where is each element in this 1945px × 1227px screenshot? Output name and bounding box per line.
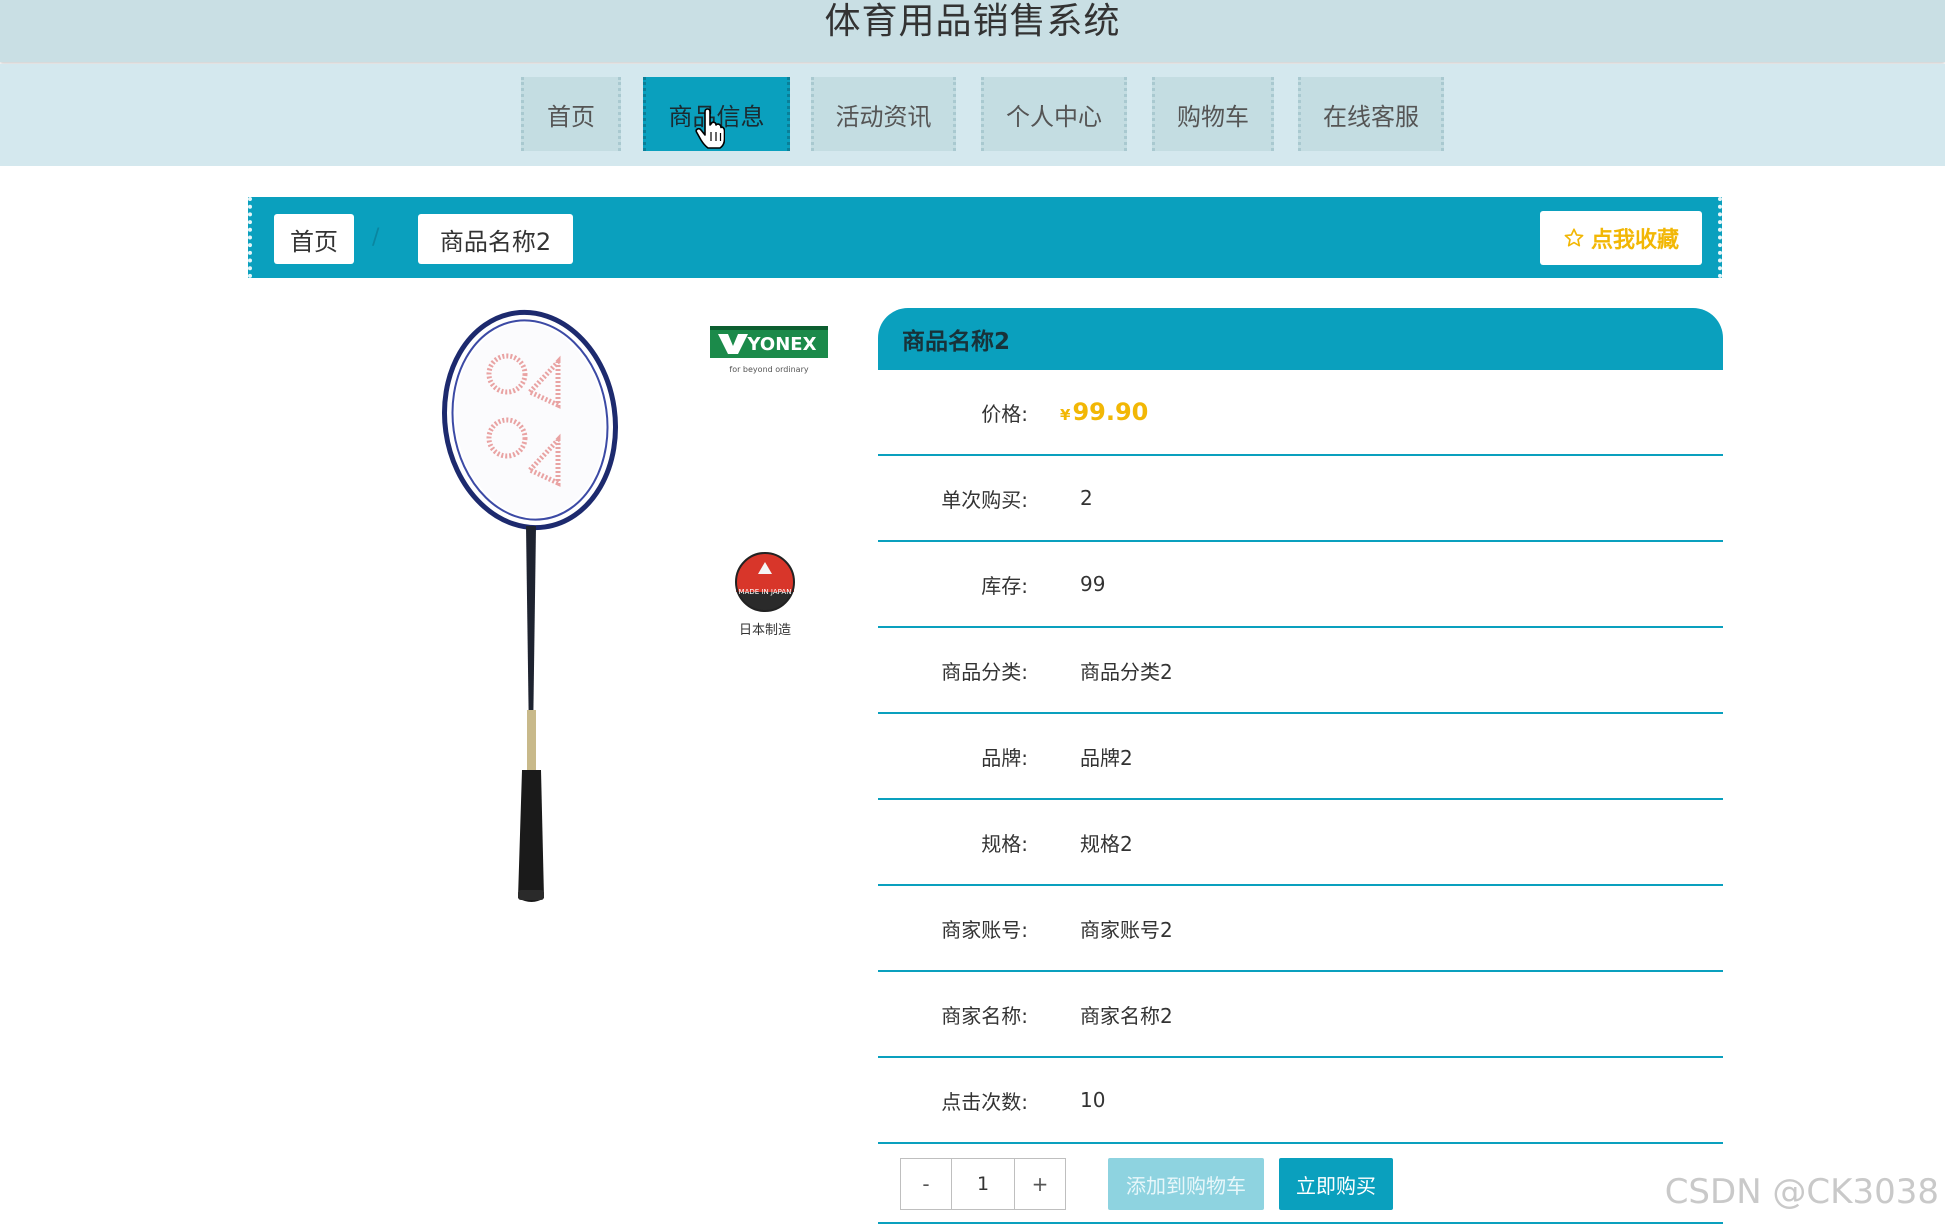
breadcrumb-separator: /: [372, 225, 380, 250]
price-currency: ¥: [1060, 406, 1071, 424]
detail-row: 商品分类: 商品分类2: [878, 628, 1723, 714]
detail-row: 库存: 99: [878, 542, 1723, 628]
detail-value: 商品分类2: [1080, 659, 1173, 684]
watermark: CSDN @CK3038: [1664, 1172, 1939, 1212]
detail-row: 商家账号: 商家账号2: [878, 886, 1723, 972]
detail-value: 2: [1080, 486, 1093, 510]
quantity-decrease-button[interactable]: -: [901, 1159, 951, 1209]
detail-row: 商家名称: 商家名称2: [878, 972, 1723, 1058]
product-image[interactable]: YONEX for beyond ordinary MADE IN JAPAN …: [430, 300, 860, 920]
price-row: 价格: ¥99.90: [878, 370, 1723, 456]
detail-value: 99: [1080, 572, 1106, 596]
detail-label: 商品分类:: [941, 659, 1028, 684]
detail-label: 规格:: [981, 831, 1028, 856]
add-to-cart-button[interactable]: 添加到购物车: [1108, 1158, 1264, 1210]
product-name-bar: 商品名称2: [878, 308, 1723, 370]
detail-label: 商家名称:: [941, 1003, 1028, 1028]
detail-label: 品牌:: [981, 745, 1028, 770]
product-name: 商品名称2: [902, 329, 1011, 355]
site-title: 体育用品销售系统: [824, 1, 1121, 42]
detail-value: 商家账号2: [1080, 917, 1173, 942]
badge-text: MADE IN JAPAN: [739, 588, 792, 596]
detail-value: 商家名称2: [1080, 1003, 1173, 1028]
detail-value: 规格2: [1080, 831, 1133, 856]
made-in-japan-badge: MADE IN JAPAN 日本制造: [735, 552, 795, 638]
nav-item-home[interactable]: 首页: [521, 77, 621, 151]
favorite-label: 点我收藏: [1590, 228, 1679, 253]
detail-value: 品牌2: [1080, 745, 1133, 770]
quantity-stepper: - +: [900, 1158, 1066, 1210]
price-amount: 99.90: [1072, 398, 1149, 426]
detail-value: 10: [1080, 1088, 1106, 1112]
product-details: 商品名称2 价格: ¥99.90 单次购买: 2 库存: 99 商品分类: 商品…: [878, 308, 1723, 1224]
nav-item-cart[interactable]: 购物车: [1152, 77, 1274, 151]
top-bar: 体育用品销售系统: [0, 0, 1945, 62]
star-icon: [1564, 228, 1584, 247]
breadcrumb-home[interactable]: 首页: [274, 214, 354, 264]
brand-logo-text: YONEX: [747, 334, 817, 355]
price-value: ¥99.90: [1060, 398, 1148, 426]
brand-tagline: for beyond ordinary: [729, 365, 808, 374]
detail-label: 点击次数:: [941, 1089, 1028, 1114]
detail-label: 单次购买:: [941, 487, 1028, 512]
detail-row: 点击次数: 10: [878, 1058, 1723, 1144]
breadcrumb: 首页 / 商品名称2 点我收藏: [248, 197, 1722, 278]
nav-item-profile[interactable]: 个人中心: [981, 77, 1127, 151]
quantity-increase-button[interactable]: +: [1015, 1159, 1065, 1209]
badge-caption: 日本制造: [739, 623, 791, 638]
hand-cursor-icon: [695, 108, 725, 149]
detail-row: 品牌: 品牌2: [878, 714, 1723, 800]
nav-item-support[interactable]: 在线客服: [1298, 77, 1444, 151]
detail-row: 单次购买: 2: [878, 456, 1723, 542]
favorite-button[interactable]: 点我收藏: [1540, 211, 1702, 265]
brand-logo: YONEX for beyond ordinary: [710, 326, 828, 374]
purchase-actions: - + 添加到购物车 立即购买: [878, 1144, 1723, 1224]
buy-now-button[interactable]: 立即购买: [1279, 1158, 1393, 1210]
nav-item-news[interactable]: 活动资讯: [811, 77, 956, 151]
price-label: 价格:: [981, 401, 1028, 426]
quantity-input[interactable]: [951, 1159, 1015, 1209]
detail-label: 商家账号:: [941, 917, 1028, 942]
detail-label: 库存:: [981, 573, 1028, 598]
detail-row: 规格: 规格2: [878, 800, 1723, 886]
main-nav: 首页 商品信息 活动资讯 个人中心 购物车 在线客服: [0, 64, 1945, 166]
breadcrumb-current: 商品名称2: [418, 214, 573, 264]
